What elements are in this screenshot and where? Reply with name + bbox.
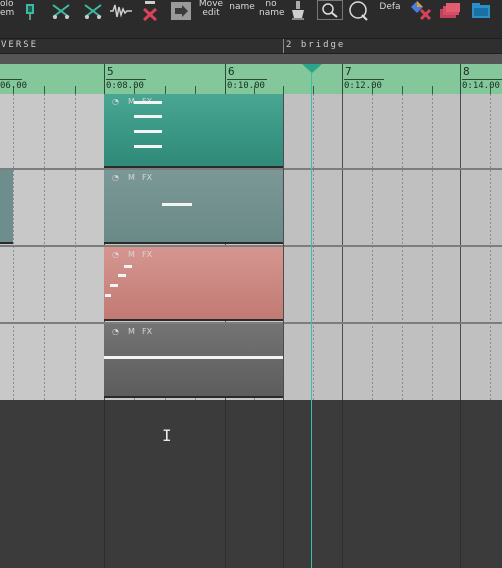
region-boundary — [283, 39, 284, 53]
move-edit-arrow-icon[interactable] — [169, 0, 193, 22]
midi-item-track-2[interactable]: ◔ M FX — [104, 170, 283, 244]
ruler-time-label: 0:14.00 — [462, 79, 502, 91]
move-edit-label[interactable]: Move edit — [198, 0, 224, 18]
remove-marker-icon[interactable] — [409, 0, 433, 22]
timeline-ruler[interactable]: 06.00 5 0:08.00 6 0:10.00 7 0:12.00 8 0:… — [0, 64, 502, 95]
item-fx-button[interactable]: FX — [142, 327, 152, 337]
toolbar-partial-label: olo em — [0, 0, 15, 18]
track-separator — [284, 245, 502, 247]
track-separator — [284, 322, 502, 324]
name-label[interactable]: name — [228, 3, 256, 12]
ruler-time-label: 0:10.00 — [227, 79, 267, 91]
ruler-measure-tick — [225, 64, 226, 94]
playhead-cursor[interactable] — [311, 64, 312, 568]
item-lock-icon[interactable]: ◔ — [112, 250, 119, 260]
region-lane[interactable]: VERSE 2 bridge — [0, 39, 502, 54]
loop-icon[interactable] — [347, 0, 371, 22]
items-stack-icon[interactable] — [438, 0, 462, 22]
text-cursor-icon: I — [162, 426, 172, 445]
ruler-measure-label: 5 — [107, 65, 114, 78]
no-name-label[interactable]: no name — [259, 0, 285, 18]
midi-item-track-2-prev[interactable] — [0, 170, 13, 244]
midi-item-track-1[interactable]: ◔ M FX — [104, 94, 283, 168]
midi-item-track-3[interactable]: ◔ M FX — [104, 247, 283, 321]
ruler-time-label: 0:08.00 — [106, 79, 146, 91]
item-lock-icon[interactable]: ◔ — [112, 97, 119, 107]
item-lock-icon[interactable]: ◔ — [112, 327, 119, 337]
split-items-icon[interactable] — [50, 0, 72, 22]
track-separator — [284, 168, 502, 170]
ruler-measure-label: 6 — [228, 65, 235, 78]
trim-items-icon[interactable] — [82, 0, 104, 22]
ruler-measure-label: 7 — [345, 65, 352, 78]
delete-item-icon[interactable] — [139, 0, 161, 22]
ruler-time-label: 06.00 — [0, 79, 28, 91]
item-mute-button[interactable]: M — [128, 250, 135, 260]
marker-lane[interactable] — [0, 54, 502, 64]
item-fx-button[interactable]: FX — [142, 250, 152, 260]
item-fx-button[interactable]: FX — [142, 173, 152, 183]
arrange-view[interactable]: ◔ M FX ◔ M FX ◔ M FX ◔ M FX — [0, 94, 283, 400]
playhead-handle-icon[interactable] — [302, 64, 322, 73]
item-lock-icon[interactable]: ◔ — [112, 173, 119, 183]
region-boundary-line — [283, 94, 284, 400]
midi-item-track-4[interactable]: ◔ M FX — [104, 324, 283, 398]
zoom-search-icon[interactable] — [317, 0, 343, 20]
item-mute-button[interactable]: M — [128, 327, 135, 337]
empty-track-area[interactable] — [0, 400, 502, 568]
ruler-measure-label: 8 — [463, 65, 470, 78]
waveform-icon[interactable] — [109, 0, 133, 22]
defaults-label[interactable]: Defa — [378, 3, 402, 12]
snap-icon[interactable] — [22, 0, 38, 22]
ruler-measure-tick — [342, 64, 343, 94]
region-verse-label[interactable]: VERSE — [1, 40, 38, 50]
main-toolbar: olo em Move edit name no name Defa — [0, 0, 502, 39]
ruler-time-label: 0:12.00 — [344, 79, 384, 91]
ruler-measure-tick — [460, 64, 461, 94]
ruler-measure-tick — [104, 64, 105, 94]
region-bridge-label[interactable]: 2 bridge — [286, 40, 345, 50]
folder-icon[interactable] — [470, 0, 494, 22]
item-mute-button[interactable]: M — [128, 173, 135, 183]
brush-icon[interactable] — [288, 0, 308, 22]
arrange-view-bridge[interactable] — [284, 94, 502, 400]
